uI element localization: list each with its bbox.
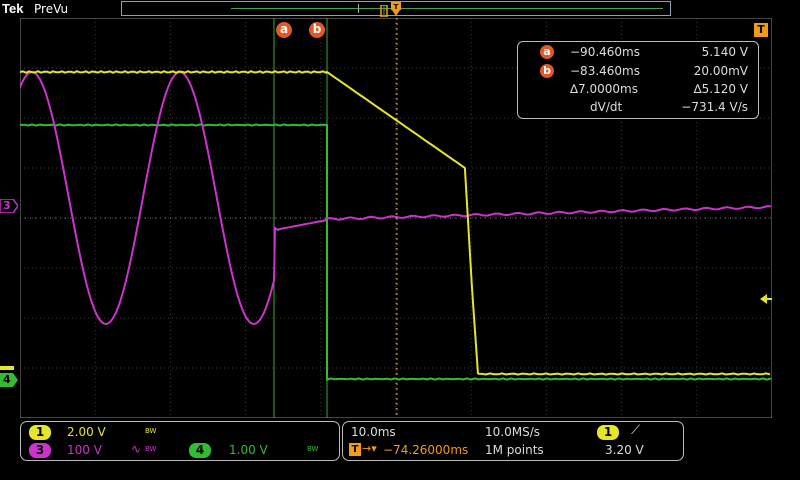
- trigger-source-chip[interactable]: 1: [597, 425, 619, 440]
- cursor-delta-time: ∆7.0000ms: [570, 82, 638, 96]
- top-status-bar: Tek PreVu T: [0, 0, 800, 18]
- ch1-scale: 2.00 V: [67, 425, 106, 439]
- record-waveform-line: [231, 8, 663, 9]
- trigger-slope-icon: ⟋: [631, 423, 641, 438]
- ch3-position-marker[interactable]: 3: [0, 198, 19, 214]
- cursor-b-time: −83.460ms: [570, 64, 640, 78]
- ch3-chip[interactable]: 3: [29, 443, 51, 458]
- trigger-arrow-icon: →▾: [362, 442, 377, 455]
- trigger-level: 3.20 V: [605, 443, 644, 457]
- trigger-position-value: −74.26000ms: [383, 443, 469, 457]
- cursor-dvdt-value: −731.4 V/s: [681, 100, 748, 114]
- ch3-bw-limit-icon: BW: [145, 445, 157, 453]
- cursor-b-value: 20.00mV: [693, 64, 748, 78]
- trigger-level-arrow-icon[interactable]: [760, 290, 772, 304]
- sample-rate: 10.0MS/s: [485, 425, 540, 439]
- ch4-scale: 1.00 V: [229, 443, 268, 457]
- cursor-a-value: 5.140 V: [701, 45, 748, 59]
- trigger-position-icon: T: [349, 443, 361, 456]
- acquisition-mode: PreVu: [34, 2, 69, 16]
- cursor-a-time: −90.460ms: [570, 45, 640, 59]
- readout-b-badge: b: [540, 64, 554, 78]
- ch4-bw-limit-icon: BW: [307, 445, 319, 453]
- ch3-scale: 100 V: [67, 443, 102, 457]
- cursor-a-badge[interactable]: a: [276, 22, 292, 38]
- cursor-dvdt-label: dV/dt: [590, 100, 623, 114]
- ch4-position-marker[interactable]: 4: [0, 373, 18, 387]
- record-position-icon: [380, 2, 388, 18]
- time-per-div: 10.0ms: [351, 425, 396, 439]
- readout-a-badge: a: [540, 45, 554, 59]
- cursor-readout-panel: a −90.460ms 5.140 V b −83.460ms 20.00mV …: [517, 41, 759, 119]
- cursor-b-badge[interactable]: b: [309, 22, 325, 38]
- record-length: 1M points: [485, 443, 544, 457]
- ch1-chip[interactable]: 1: [29, 425, 51, 440]
- vertical-settings-box[interactable]: 1 2.00 V BW 3 100 V ∿ BW 4 1.00 V BW: [20, 421, 340, 461]
- ch1-position-marker[interactable]: [0, 366, 14, 370]
- cursor-delta-value: ∆5.120 V: [693, 82, 748, 96]
- svg-text:T: T: [394, 3, 399, 11]
- ch3-marker-label: 3: [3, 199, 11, 212]
- ch1-bw-limit-icon: BW: [145, 427, 157, 435]
- horizontal-trigger-settings-box[interactable]: 10.0ms 10.0MS/s 1 ⟋ T →▾ −74.26000ms 1M …: [342, 421, 684, 461]
- trigger-marker-icon[interactable]: T: [390, 2, 402, 16]
- brand-logo: Tek: [2, 1, 24, 16]
- ch4-marker-label: 4: [3, 373, 11, 386]
- bottom-status-bar: 1 2.00 V BW 3 100 V ∿ BW 4 1.00 V BW 10.…: [0, 419, 800, 480]
- ch4-chip[interactable]: 4: [189, 443, 211, 458]
- ch3-filter-icon: ∿: [131, 442, 142, 456]
